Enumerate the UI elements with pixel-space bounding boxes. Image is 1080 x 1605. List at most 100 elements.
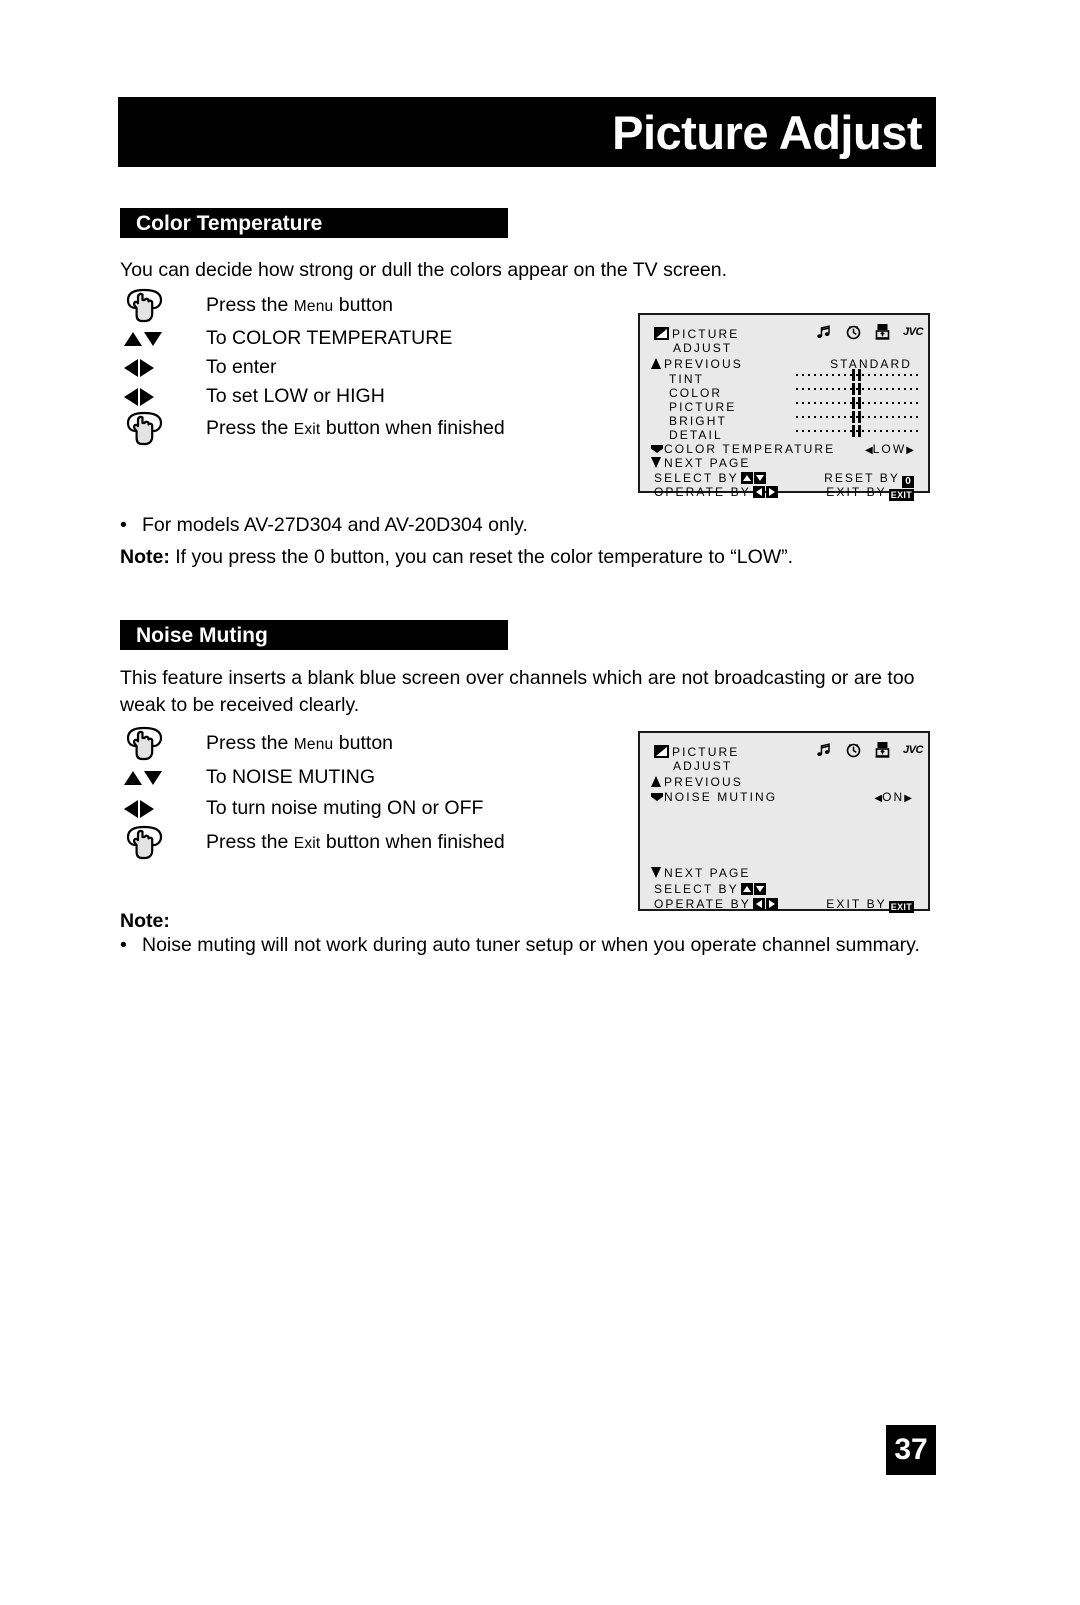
install-icon[interactable]	[875, 741, 890, 758]
osd-next-page-label: NEXT PAGE	[664, 866, 751, 880]
osd-icon-row: JVC	[816, 741, 923, 758]
value-left-arrow-icon[interactable]	[865, 442, 873, 456]
color-temperature-note: Note: If you press the 0 button, you can…	[120, 544, 950, 571]
osd-next-page-label: NEXT PAGE	[664, 456, 751, 470]
osd-slider-color[interactable]	[796, 383, 919, 395]
step-row: Press the Menu button	[120, 288, 620, 324]
clock-icon[interactable]	[845, 323, 862, 340]
page-title: Picture Adjust	[612, 105, 922, 159]
step-row: Press the Exit button when finished	[120, 411, 620, 447]
noise-muting-note-label: Note:	[120, 910, 170, 932]
key-up-icon	[740, 472, 753, 484]
osd-next-page[interactable]: NEXT PAGE	[651, 867, 750, 879]
arrow-pair	[124, 387, 154, 406]
osd-selected-item[interactable]: COLOR TEMPERATURE	[651, 443, 835, 455]
arrow-pair	[124, 331, 162, 346]
triangle-up-icon	[651, 776, 662, 787]
arrow-right-icon	[140, 387, 154, 406]
section-heading-label: Color Temperature	[136, 211, 323, 235]
osd-previous-row[interactable]: PREVIOUS	[651, 776, 743, 788]
osd-previous-label: PREVIOUS	[664, 357, 743, 371]
step-text: To COLOR TEMPERATURE	[206, 326, 453, 349]
arrow-down-icon	[144, 331, 162, 346]
music-note-icon[interactable]	[816, 742, 832, 758]
arrow-pair	[124, 770, 162, 785]
osd-previous-label: PREVIOUS	[664, 775, 743, 789]
osd-selected-item-label: NOISE MUTING	[664, 790, 778, 804]
up-down-arrows-icon	[120, 331, 206, 346]
step-text: To enter	[206, 355, 277, 378]
step-text-after: button when finished	[320, 417, 505, 440]
osd-item-bright[interactable]: BRIGHT	[669, 415, 727, 427]
osd-picture-adjust-noise-muting: PICTURE ADJUST JVC PREVIOUS NOISE MUTING…	[638, 731, 930, 913]
osd-item-picture[interactable]: PICTURE	[669, 401, 736, 413]
osd-selected-item[interactable]: NOISE MUTING	[651, 791, 777, 803]
arrow-pair	[124, 799, 154, 818]
osd-reset-label: RESET BY	[824, 471, 900, 485]
osd-item-tint[interactable]: TINT	[669, 373, 704, 385]
key-left-icon	[752, 898, 765, 910]
osd-title-line2: ADJUST	[673, 341, 733, 355]
key-down-icon	[753, 472, 766, 484]
osd-select-hint: SELECT BY	[654, 883, 766, 895]
left-right-arrows-icon	[120, 799, 206, 818]
step-key-name: Menu	[293, 298, 334, 316]
music-note-icon[interactable]	[816, 324, 832, 340]
slider-knob	[858, 411, 861, 423]
osd-next-page[interactable]: NEXT PAGE	[651, 457, 750, 469]
slider-knob	[852, 411, 855, 423]
key-left-icon	[752, 486, 765, 498]
hand-press-icon	[120, 825, 206, 861]
key-up-icon	[740, 883, 753, 895]
step-row: Press the Menu button	[120, 725, 620, 762]
osd-item-color[interactable]: COLOR	[669, 387, 722, 399]
section-heading-noise-muting: Noise Muting	[120, 620, 508, 650]
value-right-arrow-icon[interactable]	[904, 790, 912, 804]
osd-selected-value[interactable]: LOW	[865, 442, 914, 456]
step-text: Press the Menu button	[206, 294, 393, 317]
bullet-dot: •	[120, 514, 127, 536]
osd-slider-detail[interactable]	[796, 425, 919, 437]
value-left-arrow-icon[interactable]	[874, 790, 882, 804]
osd-title-line1: PICTURE	[654, 745, 739, 758]
slider-knob	[858, 425, 861, 437]
arrow-down-icon	[144, 770, 162, 785]
triangle-up-icon	[651, 358, 662, 369]
note-label: Note:	[120, 546, 170, 568]
step-text-before: Press the	[206, 417, 294, 440]
step-text-after: button	[333, 294, 394, 317]
noise-muting-steps: Press the Menu button To NOISE MUTING To…	[120, 725, 620, 861]
step-key-name: Exit	[293, 421, 321, 439]
step-key-name: Exit	[293, 834, 321, 852]
step-text: To turn noise muting ON or OFF	[206, 796, 484, 819]
page-number-badge: 37	[886, 1425, 936, 1475]
key-exit-badge: EXIT	[888, 489, 914, 501]
screen-icon	[654, 327, 669, 340]
slider-knob	[858, 383, 861, 395]
osd-slider-tint[interactable]	[796, 369, 919, 381]
arrow-left-icon	[124, 358, 138, 377]
step-text-before: Press the	[206, 294, 294, 317]
step-text-after: button	[333, 731, 394, 754]
osd-title-text: PICTURE	[672, 327, 740, 341]
step-text: To NOISE MUTING	[206, 765, 376, 788]
key-down-icon	[753, 883, 766, 895]
clock-icon[interactable]	[845, 741, 862, 758]
osd-select-hint: SELECT BY	[654, 472, 766, 484]
bullet-text: For models AV-27D304 and AV-20D304 only.	[142, 514, 528, 536]
triangle-down-icon	[651, 457, 662, 468]
hand-press-icon	[120, 726, 206, 762]
slider-knob	[858, 397, 861, 409]
osd-item-detail[interactable]: DETAIL	[669, 429, 723, 441]
osd-selected-value[interactable]: ON	[874, 790, 912, 804]
install-icon[interactable]	[875, 323, 890, 340]
value-right-arrow-icon[interactable]	[906, 442, 914, 456]
osd-slider-picture[interactable]	[796, 397, 919, 409]
osd-previous-row[interactable]: PREVIOUS	[651, 358, 743, 370]
arrow-left-icon	[124, 799, 138, 818]
osd-exit-hint: EXIT BY EXIT	[826, 486, 914, 501]
step-row: To NOISE MUTING	[120, 762, 620, 793]
step-text-before: Press the	[206, 830, 294, 853]
osd-slider-bright[interactable]	[796, 411, 919, 423]
key-right-icon	[765, 486, 778, 498]
